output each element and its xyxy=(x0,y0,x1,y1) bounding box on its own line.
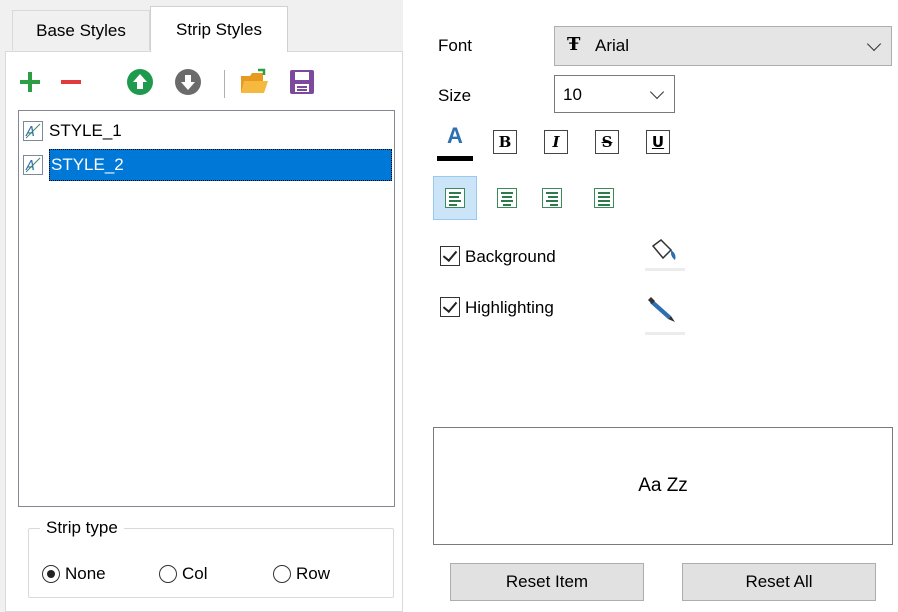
paint-bucket-icon xyxy=(645,239,685,271)
strikeout-button[interactable]: S xyxy=(595,130,619,154)
background-color-button[interactable] xyxy=(645,236,685,277)
radio-label: None xyxy=(65,564,106,583)
remove-icon xyxy=(61,80,81,84)
chevron-down-icon xyxy=(649,84,665,100)
truetype-font-icon: Ŧ xyxy=(567,34,581,55)
save-icon xyxy=(290,70,314,94)
bold-icon: B xyxy=(498,133,512,151)
list-item-style-2[interactable]: A STYLE_2 xyxy=(21,149,392,181)
tab-label: Base Styles xyxy=(36,20,126,40)
preview-text: Aa Zz xyxy=(638,475,688,496)
strip-type-title: Strip type xyxy=(40,518,124,538)
reset-item-button[interactable]: Reset Item xyxy=(450,563,644,601)
toolbar-separator xyxy=(224,70,225,98)
size-label: Size xyxy=(438,86,472,105)
strip-type-group xyxy=(28,528,394,598)
align-center-icon xyxy=(497,188,517,208)
tab-label: Strip Styles xyxy=(176,19,262,39)
size-select[interactable]: 10 xyxy=(554,75,675,113)
radio-none[interactable]: None xyxy=(42,564,106,584)
style-preview: Aa Zz xyxy=(433,427,893,545)
align-right-button[interactable] xyxy=(530,176,574,220)
italic-button[interactable]: I xyxy=(544,130,568,154)
open-button[interactable] xyxy=(238,66,270,98)
tab-base-styles[interactable]: Base Styles xyxy=(12,10,150,50)
radio-row[interactable]: Row xyxy=(273,564,330,584)
align-justify-icon xyxy=(594,188,614,208)
save-button[interactable] xyxy=(286,66,318,98)
align-center-button[interactable] xyxy=(485,176,529,220)
bold-button[interactable]: B xyxy=(493,130,517,154)
align-right-icon xyxy=(542,188,562,208)
font-color-button[interactable]: A xyxy=(437,124,473,164)
font-color-icon: A xyxy=(447,123,463,148)
chevron-down-icon xyxy=(866,36,882,52)
highlighting-checkbox[interactable] xyxy=(440,297,460,317)
tab-strip-styles[interactable]: Strip Styles xyxy=(150,6,288,52)
add-icon xyxy=(20,72,40,92)
move-up-icon xyxy=(127,69,153,95)
align-left-button[interactable] xyxy=(433,176,477,220)
button-label: Reset All xyxy=(745,572,813,591)
radio-label: Row xyxy=(296,564,331,583)
list-item-label: STYLE_1 xyxy=(49,121,122,140)
move-down-button[interactable] xyxy=(172,66,204,98)
list-item-label: STYLE_2 xyxy=(49,149,392,181)
style-icon: A xyxy=(23,121,43,141)
move-up-button[interactable] xyxy=(124,66,156,98)
highlighter-icon xyxy=(645,297,685,335)
font-value: Arial xyxy=(595,36,630,55)
style-icon: A xyxy=(23,155,43,175)
list-item-style-1[interactable]: A STYLE_1 xyxy=(21,115,392,147)
highlighting-label: Highlighting xyxy=(465,298,554,317)
radio-col[interactable]: Col xyxy=(159,564,208,584)
font-label: Font xyxy=(438,36,473,55)
reset-all-button[interactable]: Reset All xyxy=(682,563,876,601)
font-select[interactable]: Ŧ Arial xyxy=(554,26,892,66)
radio-circle xyxy=(42,565,60,583)
remove-button[interactable] xyxy=(55,66,87,98)
underline-button[interactable]: U xyxy=(646,130,670,154)
button-label: Reset Item xyxy=(505,572,589,591)
highlight-color-button[interactable] xyxy=(645,292,685,341)
radio-label: Col xyxy=(182,564,208,583)
move-down-icon xyxy=(175,69,201,95)
radio-circle xyxy=(159,565,177,583)
styles-list[interactable]: A STYLE_1 A STYLE_2 xyxy=(18,110,395,507)
font-color-bar xyxy=(437,156,473,161)
add-button[interactable] xyxy=(14,66,46,98)
strikeout-icon: S xyxy=(601,133,613,151)
italic-icon: I xyxy=(552,133,560,151)
open-folder-icon xyxy=(241,68,268,93)
align-justify-button[interactable] xyxy=(582,176,626,220)
align-left-icon xyxy=(445,188,465,208)
background-label: Background xyxy=(465,247,556,266)
underline-icon: U xyxy=(651,133,665,151)
size-value: 10 xyxy=(563,85,582,104)
radio-circle xyxy=(273,565,291,583)
background-checkbox[interactable] xyxy=(440,246,460,266)
